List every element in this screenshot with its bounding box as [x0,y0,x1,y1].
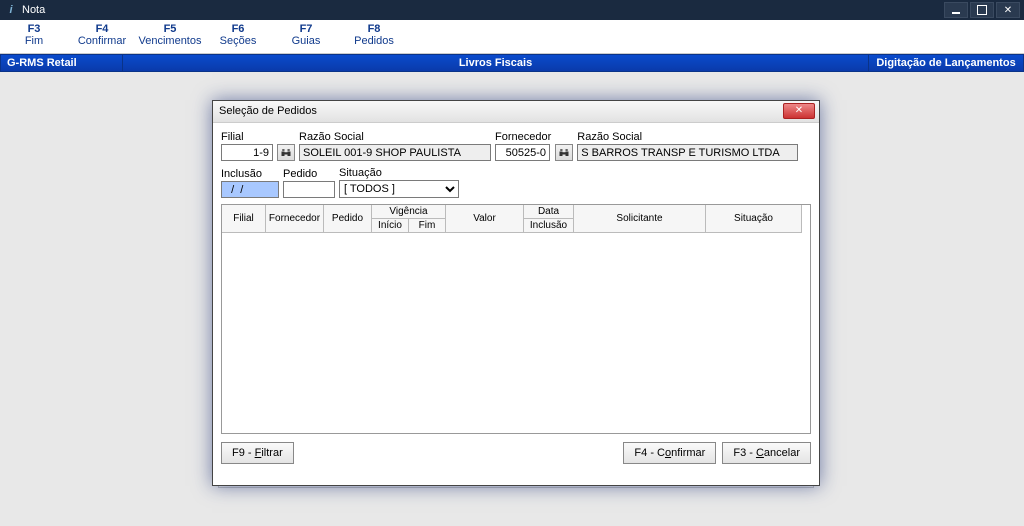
filter-row-1: Filial Razão Social Fornecedor Razão Soc… [221,131,811,161]
fkey-f5[interactable]: F5Vencimentos [136,20,204,53]
dialog-buttons: F9 - Filtrar F4 - Confirmar F3 - Cancela… [213,442,819,472]
titlebar: i Nota [0,0,1024,20]
filial-search-button[interactable] [277,144,295,161]
th-valor[interactable]: Valor [446,205,524,233]
fkey-f7[interactable]: F7Guias [272,20,340,53]
results-table: Filial Fornecedor Pedido Vigência Início… [221,204,811,434]
fkey-f6[interactable]: F6Seções [204,20,272,53]
pedido-label: Pedido [283,168,335,180]
fkey-f4[interactable]: F4Confirmar [68,20,136,53]
binoculars-icon [280,147,292,159]
th-vigencia[interactable]: Vigência Início Fim [372,205,446,233]
dialog-body: Filial Razão Social Fornecedor Razão Soc… [213,123,819,442]
inclusao-input[interactable] [221,181,279,198]
th-data[interactable]: Data Inclusão [524,205,574,233]
dialog-close-button[interactable]: ✕ [783,103,815,119]
function-key-bar: F3Fim F4Confirmar F5Vencimentos F6Seções… [0,20,1024,54]
razao-social-2-label: Razão Social [577,131,798,143]
situacao-select[interactable]: [ TODOS ] [339,180,459,198]
th-vigencia-inicio: Início [372,219,409,233]
dialog: Seleção de Pedidos ✕ Filial Razão Social… [212,100,820,486]
th-pedido[interactable]: Pedido [324,205,372,233]
razao-social-1-input [299,144,491,161]
situacao-label: Situação [339,167,459,179]
razao-social-1-label: Razão Social [299,131,491,143]
fornecedor-search-button[interactable] [555,144,573,161]
th-situacao[interactable]: Situação [706,205,802,233]
th-data-inclusao: Inclusão [524,219,573,233]
minimize-button[interactable] [944,2,968,18]
close-button[interactable] [996,2,1020,18]
banner-center: Livros Fiscais [123,54,869,72]
cancelar-button[interactable]: F3 - Cancelar [722,442,811,464]
table-body[interactable] [222,233,810,434]
banner-right: Digitação de Lançamentos [869,54,1024,72]
window-title: Nota [22,4,942,16]
binoculars-icon [558,147,570,159]
banner-left: G-RMS Retail [0,54,123,72]
app-icon: i [4,3,18,17]
pedido-input[interactable] [283,181,335,198]
filial-input[interactable] [221,144,273,161]
fornecedor-label: Fornecedor [495,131,551,143]
filtrar-button[interactable]: F9 - Filtrar [221,442,294,464]
table-header: Filial Fornecedor Pedido Vigência Início… [222,205,810,233]
maximize-button[interactable] [970,2,994,18]
inclusao-label: Inclusão [221,168,279,180]
th-vigencia-fim: Fim [409,219,445,233]
fkey-f8[interactable]: F8Pedidos [340,20,408,53]
th-fornecedor[interactable]: Fornecedor [266,205,324,233]
th-filial[interactable]: Filial [222,205,266,233]
th-solicitante[interactable]: Solicitante [574,205,706,233]
window-controls [942,2,1020,18]
fkey-f3[interactable]: F3Fim [0,20,68,53]
filial-label: Filial [221,131,273,143]
razao-social-2-input [577,144,798,161]
dialog-titlebar: Seleção de Pedidos ✕ [213,101,819,123]
banner: G-RMS Retail Livros Fiscais Digitação de… [0,54,1024,72]
confirmar-button[interactable]: F4 - Confirmar [623,442,716,464]
dialog-title-text: Seleção de Pedidos [219,105,317,117]
filter-row-2: Inclusão Pedido Situação [ TODOS ] [221,167,811,198]
fornecedor-input[interactable] [495,144,550,161]
